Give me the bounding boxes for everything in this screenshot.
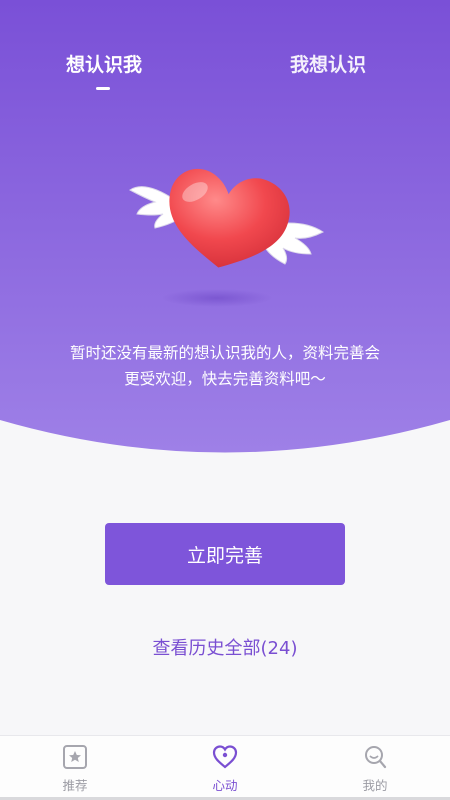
nav-item-mine[interactable]: 我的 — [300, 736, 450, 798]
heart-icon — [212, 745, 238, 769]
nav-label-recommend: 推荐 — [62, 778, 88, 793]
nav-item-heartbeat[interactable]: 心动 — [150, 736, 300, 798]
nav-label-mine: 我的 — [362, 778, 388, 793]
nav-item-recommend[interactable]: 推荐 — [0, 736, 150, 798]
tab-want-to-know-me[interactable]: 想认识我 — [66, 50, 142, 77]
empty-state-message: 暂时还没有最新的想认识我的人，资料完善会 更受欢迎，快去完善资料吧～ — [30, 340, 420, 392]
profile-icon — [365, 746, 387, 769]
empty-state-line-1: 暂时还没有最新的想认识我的人，资料完善会 — [69, 344, 380, 362]
hero-header: 想认识我 我想认识 暂时还没有最新的想认识我的人，资料完善会 更受欢迎，快去完善… — [0, 0, 450, 470]
complete-profile-button[interactable]: 立即完善 — [105, 523, 345, 585]
winged-heart-icon — [129, 168, 324, 307]
tab-active-indicator — [96, 87, 110, 90]
tab-bar: 想认识我 我想认识 — [0, 50, 450, 100]
view-history-link[interactable]: 查看历史全部(24) — [0, 634, 450, 660]
empty-state-line-2: 更受欢迎，快去完善资料吧～ — [124, 370, 326, 388]
tab-i-want-to-know[interactable]: 我想认识 — [290, 50, 366, 77]
nav-label-heartbeat: 心动 — [212, 778, 238, 793]
recommend-icon — [63, 745, 87, 769]
bottom-nav: 推荐 心动 我的 — [0, 735, 450, 800]
